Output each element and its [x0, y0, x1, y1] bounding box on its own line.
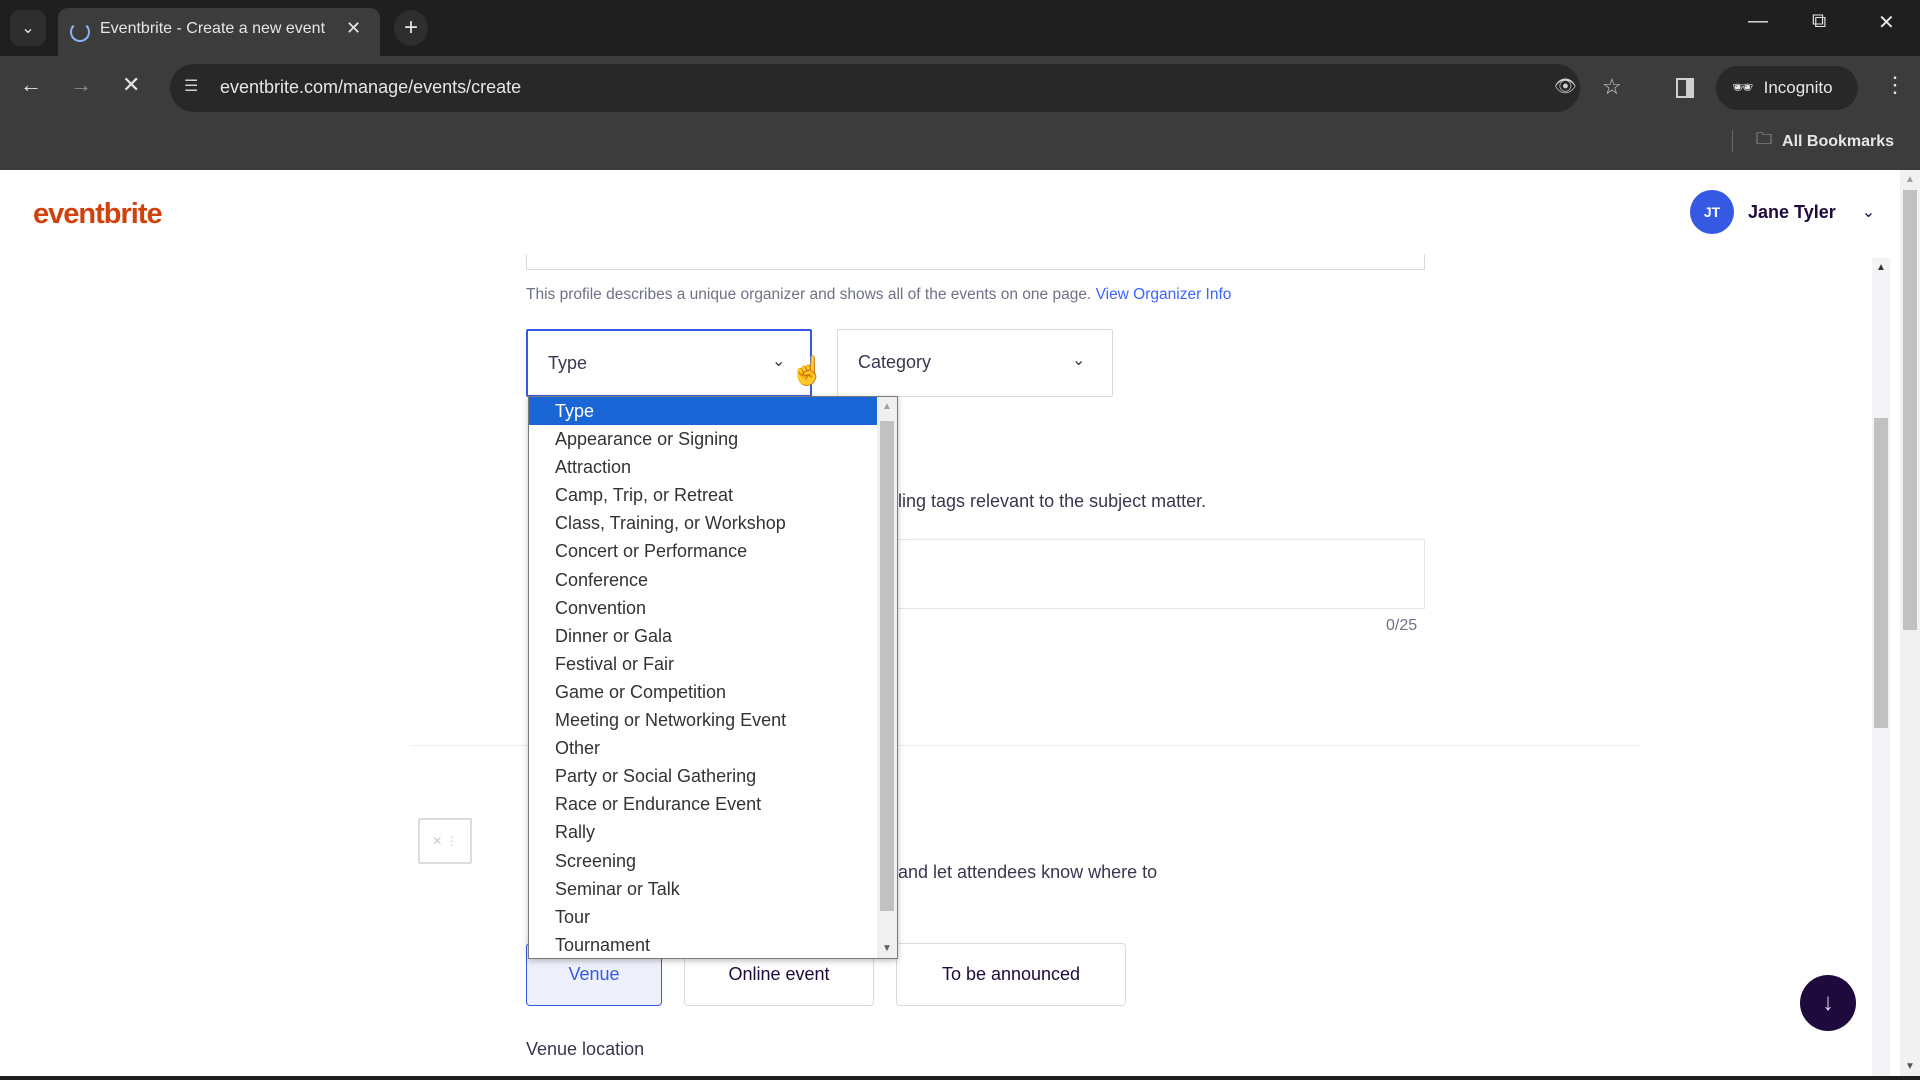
- dropdown-scrollbar[interactable]: ▲ ▼: [877, 397, 897, 958]
- map-icon: ✕ ⋮: [418, 818, 472, 864]
- incognito-indicator[interactable]: 🕶 Incognito: [1716, 66, 1858, 110]
- close-icon: ✕: [122, 72, 141, 97]
- bookmark-separator: [1732, 130, 1733, 152]
- new-tab-button[interactable]: +: [394, 10, 428, 46]
- tab-close-icon[interactable]: ✕: [346, 18, 361, 39]
- close-window-button[interactable]: ✕: [1878, 10, 1895, 35]
- dropdown-option[interactable]: Tour: [529, 903, 877, 931]
- scroll-up-arrow-icon[interactable]: ▲: [882, 401, 892, 412]
- folder-icon: 🗀: [1756, 131, 1773, 148]
- user-name: Jane Tyler: [1748, 201, 1836, 222]
- user-menu[interactable]: JT Jane Tyler ⌄: [1690, 190, 1875, 234]
- forward-button[interactable]: →: [70, 72, 92, 98]
- content-scrollbar[interactable]: ▲: [1872, 258, 1890, 1076]
- dropdown-option[interactable]: Tournament: [529, 931, 877, 958]
- url-text[interactable]: eventbrite.com/manage/events/create: [220, 77, 521, 98]
- chevron-down-icon: ⌄: [1861, 204, 1876, 221]
- dropdown-option[interactable]: Conference: [529, 566, 877, 594]
- dropdown-option[interactable]: Convention: [529, 594, 877, 622]
- eventbrite-logo[interactable]: eventbrite: [33, 198, 163, 231]
- venue-location-label: Venue location: [526, 1039, 645, 1059]
- tune-icon[interactable]: ☰: [184, 76, 206, 98]
- tab-title: Eventbrite - Create a new event: [100, 20, 326, 37]
- arrow-down-icon: ↓: [1822, 989, 1834, 1016]
- all-bookmarks-label: All Bookmarks: [1782, 132, 1895, 150]
- scroll-down-arrow-icon[interactable]: ▼: [1905, 1061, 1915, 1072]
- bottom-edge: [0, 1076, 1920, 1080]
- tags-hint-text: ling tags relevant to the subject matter…: [898, 491, 1207, 511]
- to-be-announced-option-button[interactable]: To be announced: [896, 943, 1126, 1006]
- content-scrollbar-thumb[interactable]: [1874, 418, 1888, 728]
- category-select[interactable]: Category ⌄: [837, 329, 1113, 397]
- dropdown-option[interactable]: Camp, Trip, or Retreat: [529, 481, 877, 509]
- side-panel-icon[interactable]: [1676, 78, 1694, 98]
- page-scrollbar-thumb[interactable]: [1903, 190, 1917, 630]
- location-hint-text: and let attendees know where to: [898, 862, 1158, 882]
- eye-off-icon[interactable]: 👁: [1554, 76, 1577, 97]
- plus-icon: +: [403, 14, 418, 41]
- dropdown-scrollbar-thumb[interactable]: [880, 421, 894, 911]
- dropdown-option[interactable]: Seminar or Talk: [529, 875, 877, 903]
- browser-tab[interactable]: Eventbrite - Create a new event ✕: [58, 8, 380, 56]
- chevron-down-icon: ⌄: [772, 353, 786, 370]
- scroll-up-arrow-icon[interactable]: ▲: [1876, 262, 1886, 273]
- page-scrollbar[interactable]: ▲ ▼: [1900, 170, 1920, 1076]
- type-select[interactable]: Type ⌄: [526, 329, 812, 397]
- kebab-icon[interactable]: ⋮: [1884, 72, 1906, 98]
- organizer-help-label: This profile describes a unique organize…: [526, 286, 1092, 303]
- page-content: This profile describes a unique organize…: [0, 170, 1900, 1080]
- dropdown-option[interactable]: Dinner or Gala: [529, 622, 877, 650]
- restore-button[interactable]: ⧉: [1812, 10, 1826, 33]
- all-bookmarks-button[interactable]: 🗀 All Bookmarks: [1756, 128, 1894, 155]
- scroll-down-button[interactable]: ↓: [1800, 975, 1856, 1031]
- tags-counter: 0/25: [1386, 617, 1418, 634]
- hand-cursor-icon: ☝: [790, 355, 825, 386]
- avatar: JT: [1690, 190, 1734, 234]
- dropdown-option[interactable]: Rally: [529, 818, 877, 846]
- dropdown-option[interactable]: Concert or Performance: [529, 537, 877, 565]
- scroll-down-arrow-icon[interactable]: ▼: [882, 943, 892, 954]
- arrow-right-icon: →: [70, 72, 92, 97]
- chevron-down-icon: ⌄: [21, 20, 35, 37]
- dropdown-option[interactable]: Festival or Fair: [529, 650, 877, 678]
- dropdown-option[interactable]: Race or Endurance Event: [529, 790, 877, 818]
- dropdown-option[interactable]: Type: [529, 397, 877, 426]
- chevron-down-icon: ⌄: [1072, 352, 1086, 369]
- site-header: eventbrite JT Jane Tyler ⌄: [0, 170, 1900, 254]
- stop-loading-button[interactable]: ✕: [122, 72, 140, 98]
- type-dropdown-list[interactable]: Type Appearance or Signing Attraction Camp,…: [528, 396, 898, 959]
- type-select-value: Type: [548, 353, 588, 373]
- category-select-value: Category: [858, 352, 932, 372]
- tags-input[interactable]: [898, 539, 1425, 609]
- back-button[interactable]: ←: [20, 72, 42, 98]
- dropdown-option[interactable]: Party or Social Gathering: [529, 762, 877, 790]
- star-icon[interactable]: ☆: [1602, 74, 1622, 100]
- tab-search-button[interactable]: ⌄: [10, 10, 46, 46]
- dropdown-option[interactable]: Screening: [529, 847, 877, 875]
- dropdown-option[interactable]: Meeting or Networking Event: [529, 706, 877, 734]
- address-bar[interactable]: ☰ eventbrite.com/manage/events/create 👁 …: [170, 64, 1622, 112]
- arrow-left-icon: ←: [20, 72, 42, 97]
- dropdown-option[interactable]: Attraction: [529, 453, 877, 481]
- dropdown-option[interactable]: Game or Competition: [529, 678, 877, 706]
- organizer-help-text: This profile describes a unique organize…: [526, 286, 1231, 304]
- incognito-icon: 🕶: [1732, 78, 1754, 97]
- loading-spinner-icon: [70, 22, 90, 42]
- dropdown-option[interactable]: Class, Training, or Workshop: [529, 509, 877, 537]
- view-organizer-info-link[interactable]: View Organizer Info: [1096, 286, 1232, 303]
- scroll-up-arrow-icon[interactable]: ▲: [1905, 174, 1915, 185]
- dropdown-option[interactable]: Appearance or Signing: [529, 425, 877, 453]
- incognito-label: Incognito: [1763, 78, 1833, 97]
- minimize-button[interactable]: —: [1748, 10, 1768, 33]
- dropdown-option[interactable]: Other: [529, 734, 877, 762]
